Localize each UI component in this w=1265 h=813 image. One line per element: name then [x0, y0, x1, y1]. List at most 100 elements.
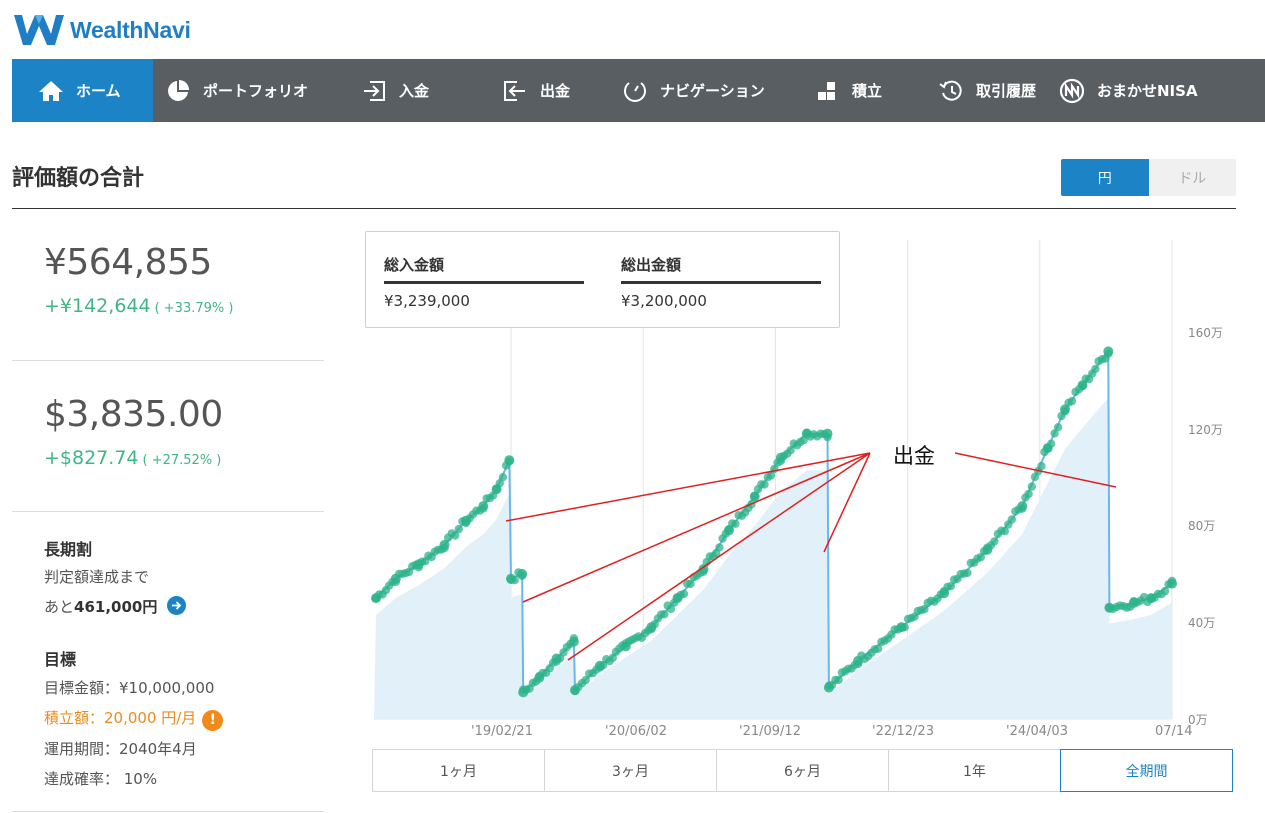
data-point [1077, 380, 1088, 391]
goal-monthly[interactable]: 積立額：20,000 円/月! [44, 707, 224, 731]
gain-jpy-percent: ( +33.79% ) [154, 301, 234, 316]
data-point [620, 641, 631, 652]
gain-jpy: +¥142,644( +33.79% ) [44, 295, 233, 317]
goal-monthly-text: 積立額：20,000 円/月 [44, 709, 197, 727]
total-withdraw-value: ¥3,200,000 [621, 292, 707, 310]
data-point [506, 573, 516, 584]
period-1m-button[interactable]: 1ヶ月 [372, 749, 545, 792]
nav-label: ポートフォリオ [203, 82, 309, 100]
nav-label: 出金 [540, 82, 571, 100]
period-1y-button[interactable]: 1年 [888, 749, 1061, 792]
data-point [939, 588, 950, 599]
data-point [822, 428, 833, 439]
y-tick-label: 160万 [1188, 326, 1223, 340]
data-point [551, 653, 562, 664]
period-3m-button[interactable]: 3ヶ月 [544, 749, 717, 792]
data-point [1167, 578, 1177, 589]
data-point [1103, 346, 1114, 357]
data-point [853, 655, 864, 666]
data-point [646, 622, 657, 633]
annotation-line [823, 452, 871, 553]
y-tick-label: 80万 [1188, 519, 1216, 533]
currency-yen-button[interactable]: 円 [1061, 159, 1149, 196]
history-icon [938, 78, 964, 104]
data-point [749, 491, 760, 502]
nav-home[interactable]: ホーム [12, 59, 153, 122]
data-point [760, 480, 769, 489]
currency-dollar-button[interactable]: ドル [1148, 159, 1236, 196]
data-point [775, 452, 786, 463]
brand-logo[interactable]: WealthNavi [12, 12, 191, 48]
remaining-prefix: あと [44, 598, 75, 616]
divider [12, 511, 324, 512]
long-term-heading: 長期割 [44, 540, 93, 559]
gain-jpy-amount: +¥142,644 [44, 295, 151, 317]
data-point [534, 672, 545, 683]
remaining-amount: 461,000円 [74, 598, 158, 616]
data-point [1128, 597, 1139, 608]
nisa-icon [1059, 78, 1085, 104]
data-point [1042, 443, 1053, 454]
deposit-icon [361, 78, 387, 104]
blocks-icon [814, 78, 840, 104]
gauge-icon [622, 78, 648, 104]
data-point [594, 660, 605, 671]
total-withdraw-label: 総出金額 [621, 254, 821, 284]
nav-deposit[interactable]: 入金 [348, 59, 488, 122]
nav-history[interactable]: 取引履歴 [921, 59, 1058, 122]
currency-toggle: 円 ドル [1061, 159, 1236, 196]
x-tick-label: '22/12/23 [872, 724, 934, 739]
nav-accumulate[interactable]: 積立 [799, 59, 921, 122]
nav-portfolio[interactable]: ポートフォリオ [153, 59, 348, 122]
withdraw-icon [502, 78, 528, 104]
x-tick-label: '24/04/03 [1006, 724, 1068, 739]
data-point [672, 593, 683, 604]
long-term-desc: 判定額達成まで [44, 568, 150, 586]
data-point [570, 685, 580, 695]
exclamation-icon: ! [202, 710, 224, 731]
data-point [390, 573, 401, 584]
total-deposit-value: ¥3,239,000 [384, 292, 470, 310]
x-tick-label: '21/09/12 [739, 724, 801, 739]
main-nav: ホーム ポートフォリオ 入金 出金 ナビゲーション 積立 取引履歴 おまかせNI… [12, 59, 1265, 122]
goal-heading: 目標 [44, 650, 77, 669]
x-tick-label: 07/14 [1155, 724, 1193, 739]
data-point [1104, 602, 1115, 613]
data-point [517, 568, 528, 579]
data-point [1091, 364, 1100, 374]
brand-name: WealthNavi [70, 16, 191, 43]
long-term-remaining: あと461,000円 [44, 596, 187, 617]
nav-withdraw[interactable]: 出金 [488, 59, 607, 122]
data-point [724, 525, 734, 536]
wealthnavi-logo-icon [14, 15, 64, 45]
goal-probability: 達成確率： 10% [44, 770, 158, 788]
home-icon [38, 78, 64, 104]
data-point [1017, 501, 1028, 512]
nav-navigation[interactable]: ナビゲーション [607, 59, 799, 122]
arrow-right-icon[interactable] [167, 596, 187, 615]
data-point [1024, 489, 1033, 499]
nav-label: ナビゲーション [660, 82, 765, 100]
data-point [823, 682, 834, 693]
data-point [439, 539, 450, 550]
data-point [478, 501, 489, 512]
title-divider [12, 208, 1236, 209]
nav-label: ホーム [76, 82, 121, 100]
period-6m-button[interactable]: 6ヶ月 [716, 749, 889, 792]
x-tick-label: '20/06/02 [605, 724, 667, 739]
period-all-button[interactable]: 全期間 [1060, 749, 1233, 792]
totals-box: 総入金額 ¥3,239,000 総出金額 ¥3,200,000 [365, 231, 840, 328]
data-point [1027, 482, 1036, 491]
data-point [1007, 515, 1016, 524]
data-point [1067, 396, 1077, 406]
data-point [990, 537, 999, 546]
nav-nisa[interactable]: おまかせNISA [1058, 59, 1238, 122]
gain-usd-percent: ( +27.52% ) [142, 453, 222, 468]
goal-target: 目標金額：¥10,000,000 [44, 679, 215, 697]
y-tick-label: 120万 [1188, 423, 1223, 437]
data-point [834, 675, 843, 685]
data-point [498, 473, 508, 482]
x-tick-label: '19/02/21 [471, 724, 533, 739]
nav-label: 積立 [852, 82, 883, 100]
gain-usd: +$827.74( +27.52% ) [44, 447, 221, 469]
